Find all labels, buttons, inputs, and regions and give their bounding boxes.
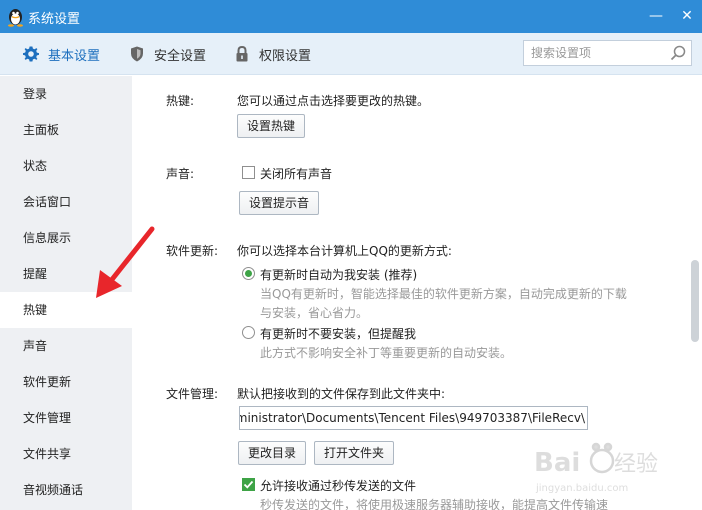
sidebar-item-av-call[interactable]: 音视频通话 [0, 472, 132, 508]
sidebar-item-file-sharing[interactable]: 文件共享 [0, 436, 132, 472]
gear-icon [23, 46, 39, 62]
download-path-field[interactable]: dministrator\Documents\Tencent Files\949… [239, 406, 588, 430]
qq-penguin-icon [8, 9, 23, 27]
title-bar: 系统设置 — ✕ [0, 0, 702, 33]
change-directory-button[interactable]: 更改目录 [238, 441, 307, 465]
minimize-button[interactable]: — [645, 6, 667, 26]
open-folder-button[interactable]: 打开文件夹 [314, 441, 395, 465]
sidebar-item-login[interactable]: 登录 [0, 76, 132, 112]
sidebar-item-software-update[interactable]: 软件更新 [0, 364, 132, 400]
tab-basic-settings[interactable]: 基本设置 [22, 33, 100, 75]
search-input[interactable] [524, 41, 664, 65]
update-intro: 你可以选择本台计算机上QQ的更新方式: [237, 244, 452, 258]
svg-text:Bai: Bai [534, 448, 580, 478]
mute-all-checkbox[interactable] [242, 166, 255, 179]
search-icon[interactable] [669, 44, 687, 62]
notify-only-desc: 此方式不影响安全补丁等重要更新的自动安装。 [260, 346, 513, 360]
tab-security-settings[interactable]: 安全设置 [128, 33, 206, 75]
shield-icon [131, 46, 143, 62]
hotkey-description: 您可以通过点击选择要更改的热键。 [237, 94, 430, 108]
sidebar-item-status[interactable]: 状态 [0, 148, 132, 184]
vertical-scrollbar-thumb[interactable] [691, 260, 699, 342]
sound-section-label: 声音: [166, 167, 195, 181]
tab-label: 基本设置 [48, 48, 101, 64]
notify-only-label: 有更新时不要安装，但提醒我 [260, 327, 417, 341]
close-button[interactable]: ✕ [676, 6, 698, 26]
window-title: 系统设置 [28, 12, 81, 27]
notify-only-radio[interactable] [242, 326, 255, 339]
tab-bar: 基本设置 安全设置 权限设置 [0, 33, 702, 75]
hotkey-section-label: 热键: [166, 94, 195, 108]
files-section-label: 文件管理: [166, 387, 219, 401]
red-arrow-annotation [96, 226, 155, 298]
flash-transfer-desc: 秒传发送的文件，将使用极速服务器辅助接收，能提高文件传输速 [260, 498, 609, 510]
tab-label: 权限设置 [259, 48, 312, 64]
auto-install-radio[interactable] [242, 267, 255, 280]
set-alert-sound-button[interactable]: 设置提示音 [239, 191, 320, 215]
baidu-watermark-logo: Bai 经验 jingyan.baidu.com [534, 442, 658, 494]
mute-all-label: 关闭所有声音 [260, 167, 333, 181]
download-path-value: dministrator\Documents\Tencent Files\949… [239, 411, 585, 425]
update-section-label: 软件更新: [166, 244, 219, 258]
sidebar-item-chat-window[interactable]: 会话窗口 [0, 184, 132, 220]
tab-permission-settings[interactable]: 权限设置 [233, 33, 311, 75]
sidebar-item-main-panel[interactable]: 主面板 [0, 112, 132, 148]
lock-icon [236, 45, 248, 62]
auto-install-label: 有更新时自动为我安装 (推荐) [260, 268, 418, 282]
accept-flash-transfer-label: 允许接收通过秒传发送的文件 [260, 479, 417, 493]
checkmark-icon [243, 480, 254, 489]
files-intro: 默认把接收到的文件保存到此文件夹中: [237, 387, 446, 401]
auto-install-desc-line2: 与安装，省心省力。 [260, 306, 369, 320]
accept-flash-transfer-checkbox[interactable] [242, 478, 255, 491]
tab-label: 安全设置 [154, 48, 207, 64]
svg-text:jingyan.baidu.com: jingyan.baidu.com [535, 483, 628, 494]
set-hotkey-button[interactable]: 设置热键 [237, 114, 306, 138]
svg-text:经验: 经验 [614, 452, 658, 477]
sidebar-item-file-management[interactable]: 文件管理 [0, 400, 132, 436]
auto-install-desc-line1: 当QQ有更新时，智能选择最佳的软件更新方案，自动完成更新的下载 [260, 287, 627, 301]
sidebar-item-sound[interactable]: 声音 [0, 328, 132, 364]
search-box[interactable] [523, 40, 692, 66]
